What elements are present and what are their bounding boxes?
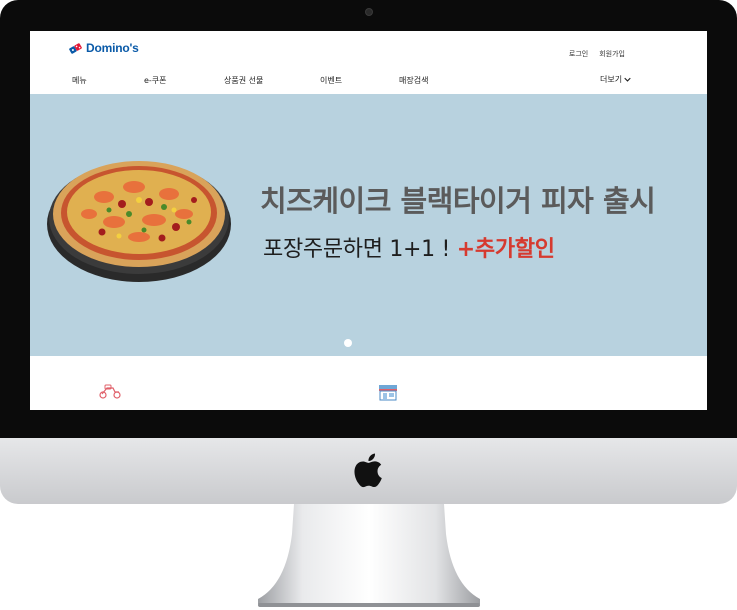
utility-nav: 로그인 회원가입 <box>569 49 625 59</box>
nav-item-menu[interactable]: 메뉴 <box>72 75 87 86</box>
pizza-image <box>47 161 231 282</box>
logo-text: Domino's <box>86 41 139 55</box>
nav-item-gift-card[interactable]: 상품권 선물 <box>224 75 263 86</box>
banner-subtitle-main: 포장주문하면 1+1 ! <box>263 237 451 262</box>
site-logo[interactable]: Domino's <box>68 41 139 55</box>
nav-more-label: 더보기 <box>600 75 623 84</box>
apple-logo-icon <box>354 453 382 488</box>
webcam-icon <box>365 8 373 16</box>
nav-item-store-search[interactable]: 매장검색 <box>399 75 428 86</box>
browser-screen: Domino's 로그인 회원가입 메뉴 e-쿠폰 상품권 선물 이벤트 매장검… <box>30 31 707 410</box>
nav-more-button[interactable]: 더보기 <box>600 74 631 85</box>
banner-subtitle: 포장주문하면 1+1 ! +추가할인 <box>263 231 555 263</box>
site-header: Domino's 로그인 회원가입 메뉴 e-쿠폰 상품권 선물 이벤트 매장검… <box>30 31 707 95</box>
banner-subtitle-accent: +추가할인 <box>456 237 555 262</box>
signup-link[interactable]: 회원가입 <box>599 49 625 59</box>
nav-item-event[interactable]: 이벤트 <box>320 75 342 86</box>
carousel-dot[interactable] <box>344 339 352 347</box>
banner-title: 치즈케이크 블랙타이거 피자 출시 <box>260 184 656 218</box>
store-icon[interactable] <box>377 383 399 401</box>
quick-menu <box>30 356 707 410</box>
domino-logo-icon <box>69 42 82 54</box>
main-nav: 메뉴 e-쿠폰 상품권 선물 이벤트 매장검색 더보기 <box>30 75 707 95</box>
chevron-down-icon <box>624 77 631 82</box>
login-link[interactable]: 로그인 <box>569 49 588 59</box>
promo-banner[interactable]: 치즈케이크 블랙타이거 피자 출시 포장주문하면 1+1 ! +추가할인 <box>30 94 707 356</box>
monitor-bezel: Domino's 로그인 회원가입 메뉴 e-쿠폰 상품권 선물 이벤트 매장검… <box>0 0 737 438</box>
nav-item-ecoupon[interactable]: e-쿠폰 <box>144 75 167 86</box>
delivery-scooter-icon[interactable] <box>98 383 122 399</box>
monitor-stand <box>258 504 480 607</box>
